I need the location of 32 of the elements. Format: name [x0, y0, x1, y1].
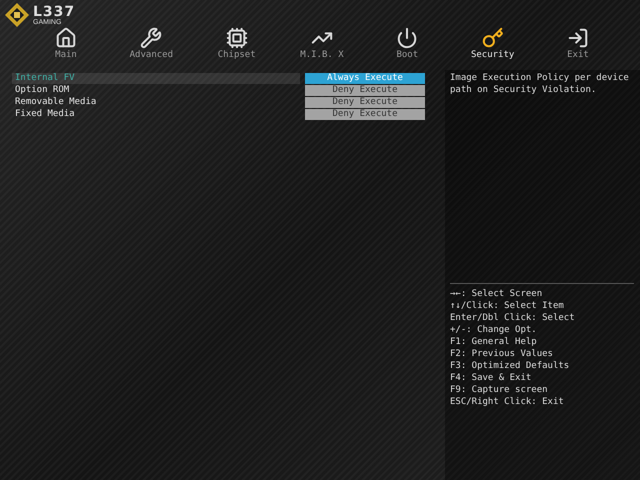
- hotkey-hint: F3: Optimized Defaults: [450, 360, 570, 372]
- setting-label[interactable]: Removable Media: [12, 96, 300, 108]
- exit-door-icon: [566, 27, 589, 49]
- setting-label[interactable]: Fixed Media: [12, 108, 300, 120]
- hotkey-hint: F4: Save & Exit: [450, 372, 532, 384]
- menu-tab[interactable]: Chipset: [196, 27, 277, 60]
- setting-value[interactable]: Deny Execute: [305, 96, 425, 108]
- hotkey-hint: →←: Select Screen: [450, 288, 544, 300]
- hotkey-hint: ↑↓/Click: Select Item: [450, 300, 565, 312]
- menu-tab[interactable]: Advanced: [111, 27, 192, 60]
- hotkey-hint: ESC/Right Click: Exit: [450, 396, 565, 408]
- menu-tab[interactable]: Exit: [538, 27, 618, 60]
- key-icon: [482, 27, 504, 49]
- hotkey-hint: Enter/Dbl Click: Select: [450, 312, 576, 324]
- hotkey-hint: +/-: Change Opt.: [450, 324, 538, 336]
- logo-title: L337: [33, 4, 76, 18]
- setting-value[interactable]: Deny Execute: [305, 84, 425, 96]
- setting-label[interactable]: Internal FV: [12, 72, 300, 84]
- menu-tab[interactable]: Security: [452, 27, 533, 60]
- menu-tab[interactable]: M.I.B. X: [282, 27, 362, 60]
- house-icon: [55, 27, 77, 49]
- setting-value[interactable]: Deny Execute: [305, 108, 425, 120]
- hotkey-hint: F9: Capture screen: [450, 384, 549, 396]
- chip-icon: [226, 27, 248, 49]
- help-text: Image Execution Policy per device path on Security Violation.: [450, 72, 630, 96]
- wrench-icon: [140, 27, 162, 49]
- power-icon: [396, 27, 418, 49]
- menu-tab[interactable]: Main: [26, 27, 106, 60]
- hotkey-hint: F1: General Help: [450, 336, 538, 348]
- hotkey-hint: F2: Previous Values: [450, 348, 554, 360]
- menu-tab[interactable]: Boot: [367, 27, 448, 60]
- setting-label[interactable]: Option ROM: [12, 84, 300, 96]
